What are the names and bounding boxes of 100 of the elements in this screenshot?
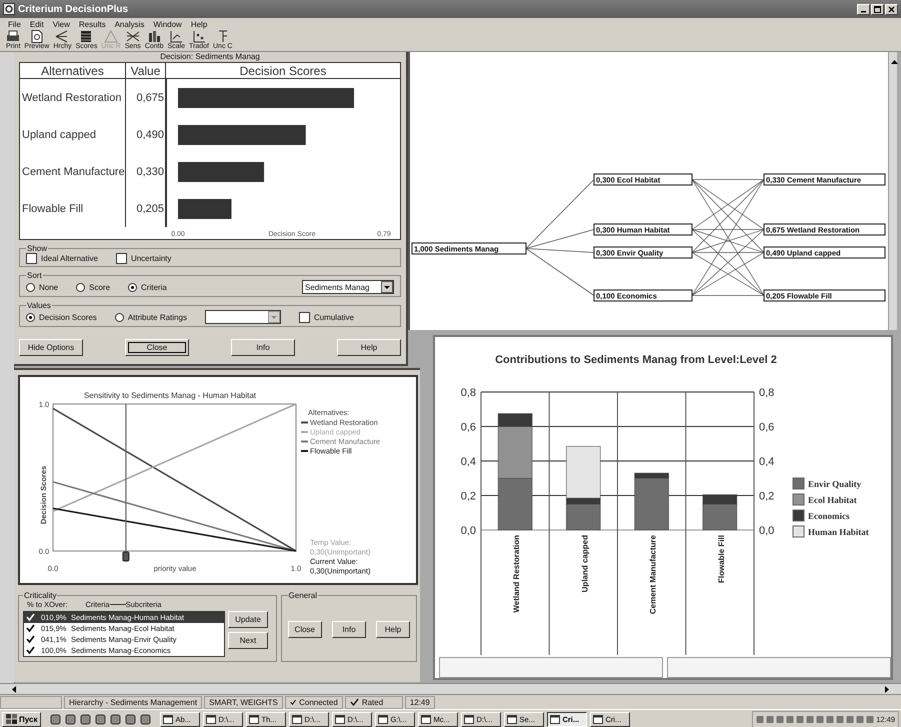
axis-tick-label: 0,2 bbox=[759, 490, 774, 502]
criteria-dropdown[interactable]: Sediments Manag bbox=[302, 280, 394, 294]
alternative-name: Cement Manufacture bbox=[22, 166, 125, 178]
menu-item[interactable]: View bbox=[52, 20, 70, 28]
column-header: Value bbox=[126, 63, 166, 79]
flag-icon bbox=[6, 714, 17, 724]
checkbox-label: Ideal Alternative bbox=[41, 254, 98, 263]
printer-icon bbox=[6, 30, 20, 43]
chart-title: Contributions to Sediments Manag from Level:Level 2 bbox=[495, 354, 777, 366]
quick-launch-icon[interactable] bbox=[125, 714, 136, 724]
score-value: 0,490 bbox=[136, 128, 164, 140]
start-button[interactable]: Пуск bbox=[2, 712, 42, 726]
dialog-button[interactable]: Help bbox=[376, 621, 410, 638]
quick-launch-icon[interactable] bbox=[140, 714, 152, 724]
radio-label: None bbox=[39, 282, 58, 292]
score-bar bbox=[178, 199, 232, 219]
axis-tick-label: 0,2 bbox=[460, 490, 476, 502]
axis-tick-label: 0,8 bbox=[759, 387, 774, 399]
window-icon bbox=[335, 714, 346, 724]
minimize-button[interactable] bbox=[857, 4, 870, 14]
status-text: Rated bbox=[362, 696, 384, 708]
score-value: 0,330 bbox=[136, 166, 164, 178]
menu-item[interactable]: Edit bbox=[30, 20, 44, 28]
maximize-icon bbox=[874, 6, 881, 12]
axis-tick-label: 0,6 bbox=[460, 422, 476, 434]
radio-button[interactable] bbox=[26, 282, 35, 292]
quick-launch-icon[interactable] bbox=[110, 714, 122, 724]
dialog-button[interactable]: Info bbox=[332, 621, 366, 638]
axis-tick-label: 0,4 bbox=[460, 456, 476, 468]
page-icon bbox=[30, 30, 44, 43]
legend-label: Economics bbox=[808, 511, 850, 521]
axis-tick-label: 0,8 bbox=[460, 387, 476, 399]
window-icon bbox=[593, 714, 604, 724]
menu-item[interactable]: Window bbox=[153, 20, 182, 28]
attribute-dropdown[interactable] bbox=[204, 310, 281, 324]
up-arrow-icon bbox=[890, 58, 899, 67]
radio-button[interactable] bbox=[128, 282, 138, 292]
window-icon bbox=[507, 714, 518, 724]
category-label: Wetland Restoration bbox=[512, 535, 522, 613]
dialog-button[interactable]: Next bbox=[228, 632, 268, 649]
status-text: Connected bbox=[299, 696, 338, 708]
dialog-button[interactable]: Help bbox=[337, 339, 401, 356]
category-label: Upland capped bbox=[580, 535, 590, 592]
category-label: Cement Manufacture bbox=[648, 535, 658, 614]
checkbox[interactable] bbox=[116, 253, 127, 264]
dialog-button[interactable]: Close bbox=[288, 621, 322, 638]
checkbox[interactable] bbox=[26, 635, 35, 644]
menu-item[interactable]: Analysis bbox=[114, 20, 144, 28]
branch-icon bbox=[55, 30, 70, 43]
close-button[interactable] bbox=[885, 4, 898, 14]
left-arrow-icon bbox=[10, 684, 19, 694]
radio-label: Attribute Ratings bbox=[128, 312, 187, 322]
menu-item[interactable]: Results bbox=[78, 20, 106, 28]
group-label: Values bbox=[26, 301, 52, 310]
checkbox[interactable] bbox=[298, 312, 310, 322]
category-label: Flowable Fill bbox=[716, 535, 726, 584]
triangle-icon bbox=[104, 30, 118, 43]
dialog-button[interactable]: Hide Options bbox=[19, 339, 83, 356]
checkbox[interactable] bbox=[26, 646, 35, 655]
window-caption: Decision: Sediments Manag bbox=[159, 52, 261, 62]
slider-handle[interactable] bbox=[122, 552, 130, 562]
quick-launch-icon[interactable] bbox=[80, 714, 92, 724]
column-header: Alternatives bbox=[20, 63, 126, 79]
group-label: Show bbox=[26, 244, 48, 253]
window-title: Criterium DecisionPlus bbox=[18, 4, 128, 14]
window-icon bbox=[464, 714, 474, 724]
window-icon bbox=[249, 714, 260, 724]
maximize-button[interactable] bbox=[871, 4, 884, 14]
quick-launch-icon[interactable] bbox=[65, 714, 76, 724]
quick-launch-icon[interactable] bbox=[95, 714, 106, 724]
menu-item[interactable]: File bbox=[8, 20, 21, 28]
quick-launch-icon[interactable] bbox=[50, 714, 62, 724]
window-icon bbox=[550, 714, 560, 724]
status-text: 12:49 bbox=[404, 696, 435, 708]
dialog-button[interactable]: Update bbox=[228, 611, 268, 628]
vertical-scrollbar[interactable] bbox=[888, 52, 897, 330]
window-icon bbox=[378, 714, 388, 724]
legend-label: Ecol Habitat bbox=[808, 495, 857, 505]
menu-item[interactable]: Help bbox=[190, 20, 208, 28]
chart-title: Sensitivity to Sediments Manag - Human Habitat bbox=[84, 391, 256, 400]
crossing-lines-icon bbox=[126, 30, 140, 43]
legend-swatch bbox=[792, 478, 804, 490]
horizontal-scrollbar[interactable] bbox=[0, 683, 901, 694]
radio-button[interactable] bbox=[114, 312, 124, 322]
radio-button[interactable] bbox=[26, 312, 35, 322]
axis-tick-label: 0,0 bbox=[460, 525, 476, 537]
checkbox-label: Cumulative bbox=[314, 312, 354, 322]
checkbox[interactable] bbox=[26, 253, 37, 264]
dialog-button[interactable]: Close bbox=[125, 339, 189, 356]
check-icon bbox=[350, 698, 359, 706]
status-text: SMART, WEIGHTS bbox=[204, 696, 283, 708]
axis-tick-label: 0,6 bbox=[759, 422, 774, 434]
window-icon bbox=[421, 714, 432, 724]
alternative-name: Upland capped bbox=[22, 128, 96, 140]
radio-button[interactable] bbox=[76, 282, 86, 292]
radio-label: Decision Scores bbox=[39, 312, 97, 322]
legend-label: Human Habitat bbox=[808, 527, 869, 537]
checkbox[interactable] bbox=[26, 624, 35, 633]
right-arrow-icon bbox=[882, 684, 891, 694]
dialog-button[interactable]: Info bbox=[231, 339, 295, 356]
